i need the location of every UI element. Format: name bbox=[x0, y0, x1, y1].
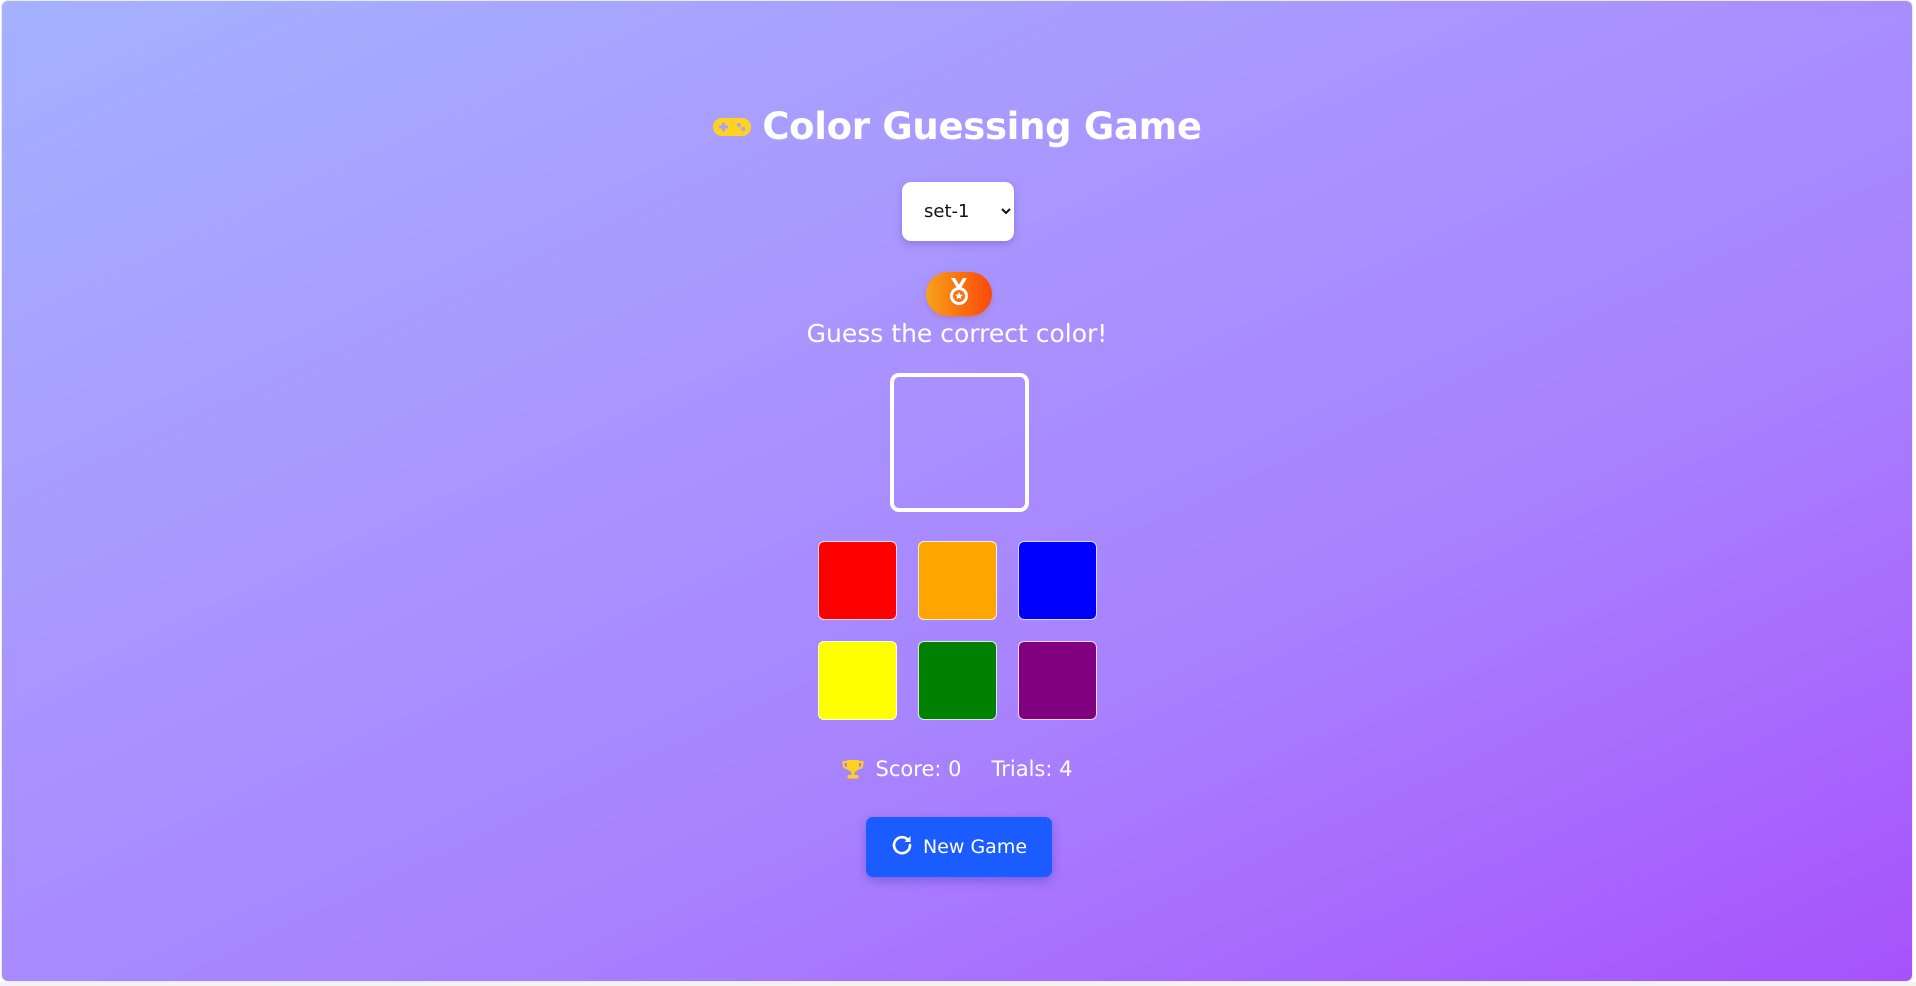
game-page: Color Guessing Game set-1 Guess the corr… bbox=[2, 1, 1912, 981]
score-text: Score: 0 bbox=[875, 757, 962, 781]
trials-text: Trials: 4 bbox=[991, 757, 1073, 781]
swatch-yellow[interactable] bbox=[818, 641, 897, 720]
refresh-icon bbox=[891, 834, 913, 861]
trophy-icon bbox=[842, 758, 864, 780]
stats-bar: Score: 0 Trials: 4 bbox=[2, 757, 1912, 781]
swatch-green[interactable] bbox=[918, 641, 997, 720]
target-color-box bbox=[890, 373, 1029, 512]
gamepad-icon bbox=[712, 115, 752, 139]
swatch-orange[interactable] bbox=[918, 541, 997, 620]
new-game-button[interactable]: New Game bbox=[866, 817, 1052, 877]
swatch-blue[interactable] bbox=[1018, 541, 1097, 620]
status-badge bbox=[926, 272, 992, 316]
set-select[interactable]: set-1 bbox=[902, 182, 1014, 241]
prompt-text: Guess the correct color! bbox=[806, 319, 1108, 348]
title-text: Color Guessing Game bbox=[762, 105, 1202, 148]
swatch-purple[interactable] bbox=[1018, 641, 1097, 720]
medal-icon bbox=[946, 277, 972, 311]
page-title: Color Guessing Game bbox=[2, 105, 1912, 148]
new-game-label: New Game bbox=[922, 836, 1028, 858]
window-bottom-edge bbox=[0, 982, 1916, 986]
swatch-red[interactable] bbox=[818, 541, 897, 620]
